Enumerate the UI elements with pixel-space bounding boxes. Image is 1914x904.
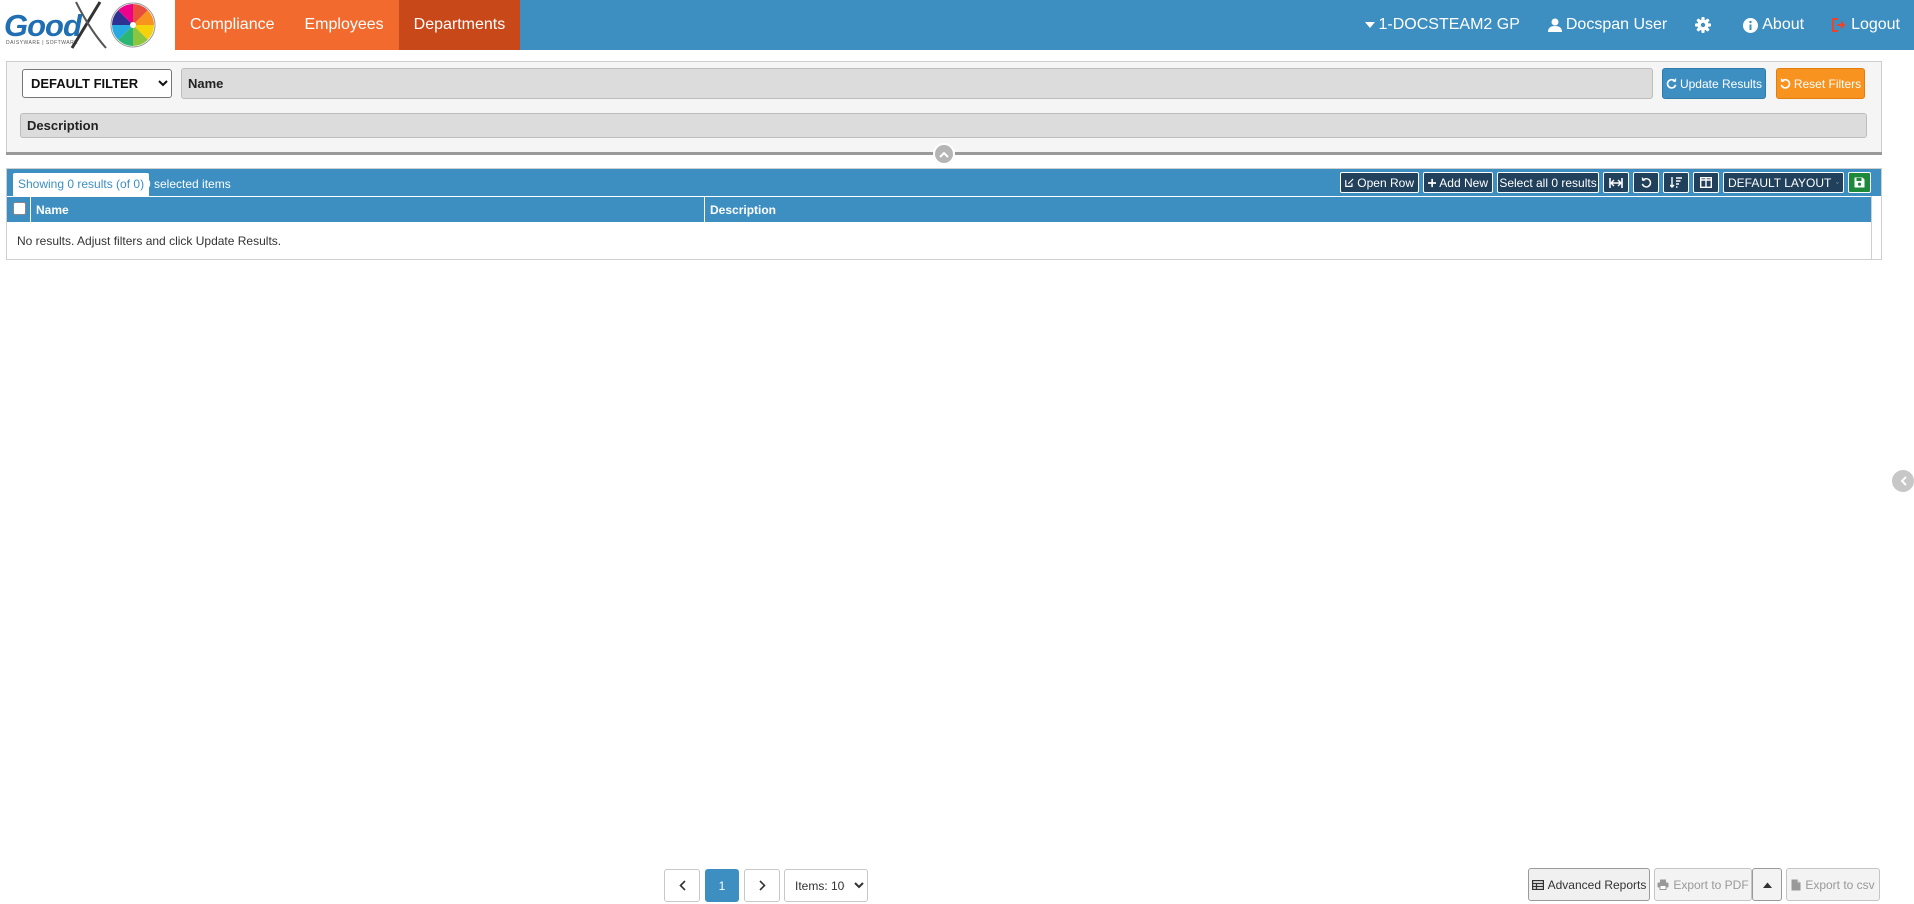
main-nav-tabs: Compliance Employees Departments <box>175 0 521 50</box>
nav-tab-employees[interactable]: Employees <box>289 0 399 50</box>
open-row-button[interactable]: Open Row <box>1340 172 1419 193</box>
export-csv-button[interactable]: Export to csv <box>1786 868 1880 901</box>
advanced-reports-button[interactable]: Advanced Reports <box>1528 868 1650 901</box>
layout-label: DEFAULT LAYOUT <box>1728 175 1832 190</box>
sort-icon <box>1670 177 1682 188</box>
add-new-label: Add New <box>1439 175 1488 190</box>
user-name: Docspan User <box>1565 16 1668 33</box>
update-results-label: Update Results <box>1679 76 1763 91</box>
logout-label: Logout <box>1851 16 1900 33</box>
color-wheel-icon <box>110 2 156 48</box>
column-header-name[interactable]: Name <box>30 197 710 223</box>
add-new-button[interactable]: Add New <box>1423 172 1493 193</box>
reset-filters-button[interactable]: Reset Filters <box>1776 68 1865 99</box>
info-icon <box>1743 17 1759 33</box>
logout-link[interactable]: Logout <box>1832 16 1900 34</box>
chevron-up-icon <box>939 151 949 158</box>
name-filter-input[interactable] <box>181 68 1653 99</box>
settings-button[interactable] <box>1695 17 1715 33</box>
gear-icon <box>1695 17 1712 33</box>
logo-tagline: DAISYWARE | SOFTWARE <box>6 40 79 46</box>
columns-button[interactable] <box>1693 172 1719 193</box>
save-icon <box>1854 177 1865 188</box>
table-border <box>1871 196 1872 260</box>
nav-right-links: 1-DOCSTEAM2 GP Docspan User About Logout <box>1364 0 1914 50</box>
results-toolbar: Showing 0 results (of 0) 0 selected item… <box>7 169 1881 196</box>
file-icon <box>1791 879 1801 890</box>
page-number-button[interactable]: 1 <box>705 869 739 902</box>
collapse-filters-toggle[interactable] <box>933 143 955 165</box>
side-panel-toggle[interactable] <box>1892 470 1914 492</box>
items-per-page-select[interactable]: Items: 100 <box>784 869 868 902</box>
user-icon <box>1547 18 1562 32</box>
about-link[interactable]: About <box>1743 16 1804 34</box>
export-options-toggle[interactable] <box>1752 868 1782 901</box>
reset-layout-button[interactable] <box>1633 172 1659 193</box>
top-navbar: Good DAISYWARE | SOFTWARE Compliance Emp… <box>0 0 1914 50</box>
filter-preset-select[interactable]: DEFAULT FILTER <box>22 69 172 98</box>
arrows-horizontal-icon <box>1609 177 1623 188</box>
table-header: Name Description <box>7 196 1871 223</box>
table-icon <box>1531 879 1544 890</box>
undo-icon <box>1780 78 1791 89</box>
caret-up-icon <box>1762 882 1772 888</box>
refresh-icon <box>1666 78 1677 89</box>
results-grid: Showing 0 results (of 0) 0 selected item… <box>6 168 1882 260</box>
practice-label: 1-DOCSTEAM2 GP <box>1378 16 1520 33</box>
plus-icon <box>1428 178 1437 187</box>
nav-tab-compliance[interactable]: Compliance <box>175 0 290 50</box>
reset-filters-label: Reset Filters <box>1793 76 1862 91</box>
select-all-label: Select all 0 results <box>1499 175 1597 190</box>
logo-x-icon <box>70 1 107 49</box>
select-all-button[interactable]: Select all 0 results <box>1497 172 1599 193</box>
edit-icon <box>1345 178 1354 187</box>
nav-tab-departments[interactable]: Departments <box>398 0 521 50</box>
export-csv-label: Export to csv <box>1805 877 1875 892</box>
print-icon <box>1657 879 1669 890</box>
about-label: About <box>1762 16 1805 33</box>
open-row-label: Open Row <box>1357 175 1414 190</box>
chevron-left-icon <box>678 880 686 891</box>
previous-page-button[interactable] <box>664 869 700 902</box>
sort-button[interactable] <box>1663 172 1689 193</box>
columns-icon <box>1700 177 1712 188</box>
user-menu[interactable]: Docspan User <box>1547 16 1668 34</box>
description-filter-input[interactable] <box>20 113 1867 138</box>
selected-items-count[interactable]: 0 selected items <box>144 173 231 196</box>
advanced-reports-label: Advanced Reports <box>1547 877 1647 892</box>
next-page-button[interactable] <box>744 869 780 902</box>
export-pdf-label: Export to PDF <box>1673 877 1749 892</box>
save-layout-button[interactable] <box>1848 172 1871 193</box>
fit-columns-button[interactable] <box>1603 172 1629 193</box>
column-header-description[interactable]: Description <box>704 197 1871 223</box>
undo-icon <box>1641 177 1651 188</box>
update-results-button[interactable]: Update Results <box>1662 68 1766 99</box>
showing-results-tab[interactable]: Showing 0 results (of 0) <box>13 173 150 196</box>
chevron-left-icon <box>1900 476 1907 486</box>
practice-dropdown[interactable]: 1-DOCSTEAM2 GP <box>1364 16 1520 34</box>
chevron-down-icon <box>1836 181 1839 184</box>
chevron-right-icon <box>758 880 766 891</box>
logout-icon <box>1832 18 1846 32</box>
export-pdf-button[interactable]: Export to PDF <box>1654 868 1752 901</box>
caret-down-icon <box>1364 22 1375 28</box>
select-all-checkbox[interactable] <box>13 202 26 215</box>
empty-state-message: No results. Adjust filters and click Upd… <box>17 234 282 248</box>
goodx-logo[interactable]: Good DAISYWARE | SOFTWARE <box>0 0 175 50</box>
layout-dropdown[interactable]: DEFAULT LAYOUT <box>1723 172 1844 193</box>
